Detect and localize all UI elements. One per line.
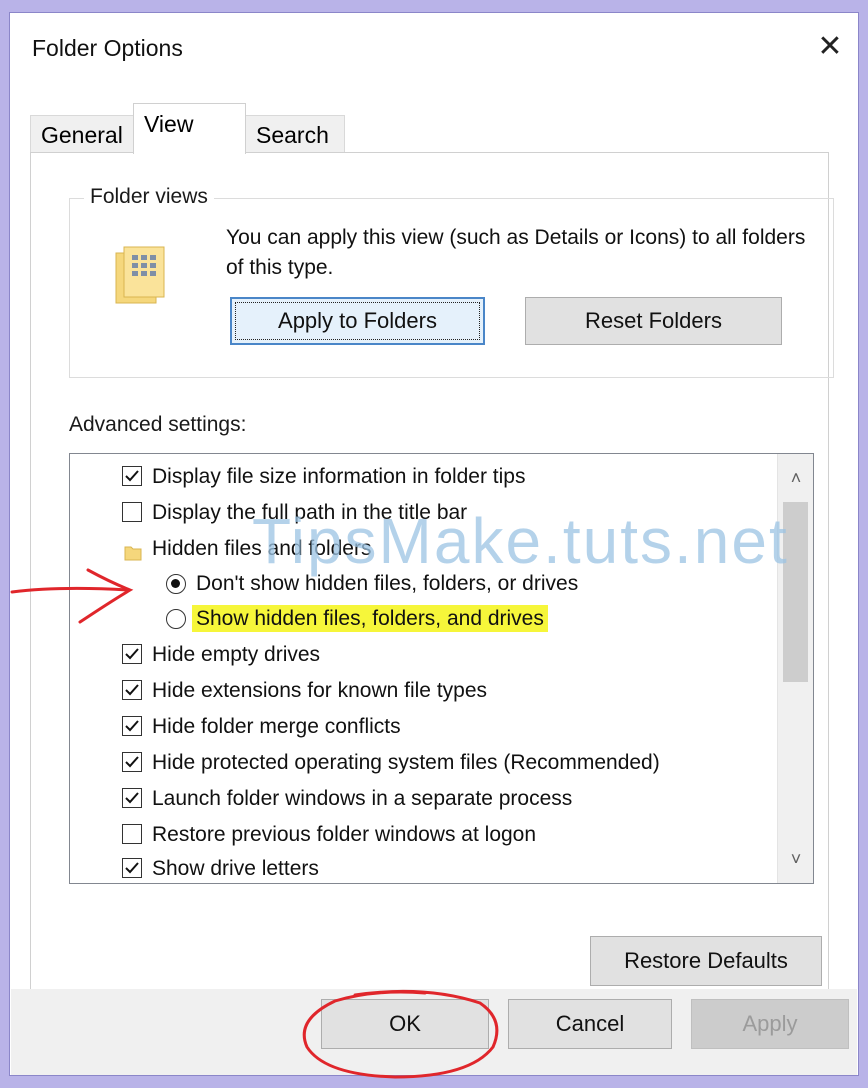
scroll-up-icon[interactable]: ˄ bbox=[778, 460, 813, 496]
tab-general[interactable]: General bbox=[30, 115, 134, 153]
highlighted-label: Show hidden files, folders, and drives bbox=[192, 605, 548, 632]
window-title: Folder Options bbox=[32, 35, 183, 61]
scroll-down-icon[interactable]: ˅ bbox=[778, 841, 813, 877]
list-item-label: Hide empty drives bbox=[152, 643, 321, 666]
scroll-thumb[interactable] bbox=[783, 502, 808, 682]
checkbox-checked[interactable] bbox=[122, 752, 142, 772]
tab-search[interactable]: Search bbox=[245, 115, 345, 153]
apply-button[interactable]: Apply bbox=[691, 999, 849, 1049]
list-item-label: Restore previous folder windows at logon bbox=[152, 823, 537, 846]
list-item-label-wrap: Show hidden files, folders, and drives bbox=[192, 602, 548, 636]
list-item-label: Launch folder windows in a separate proc… bbox=[152, 787, 573, 810]
tab-strip: General View Search bbox=[30, 103, 830, 154]
list-item-label: Hide protected operating system files (R… bbox=[152, 751, 660, 774]
advanced-settings-label: Advanced settings: bbox=[69, 413, 247, 436]
apply-to-folders-button[interactable]: Apply to Folders bbox=[230, 297, 485, 345]
checkbox-unchecked[interactable] bbox=[122, 502, 142, 522]
reset-folders-button[interactable]: Reset Folders bbox=[525, 297, 782, 345]
close-icon[interactable]: ✕ bbox=[810, 27, 850, 67]
tab-view[interactable]: View bbox=[133, 103, 246, 154]
radio-selected[interactable] bbox=[166, 574, 186, 594]
folder-views-icon bbox=[114, 245, 170, 307]
checkbox-unchecked[interactable] bbox=[122, 824, 142, 844]
restore-defaults-button[interactable]: Restore Defaults bbox=[590, 936, 822, 986]
checkbox-checked[interactable] bbox=[122, 680, 142, 700]
advanced-settings-list[interactable]: Display file size information in folder … bbox=[69, 453, 814, 884]
checkbox-checked[interactable] bbox=[122, 858, 142, 878]
list-item-label: Hide folder merge conflicts bbox=[152, 715, 401, 738]
list-item-label: Hidden files and folders bbox=[152, 537, 372, 560]
folder-icon bbox=[124, 539, 142, 561]
list-item-label: Display the full path in the title bar bbox=[152, 501, 468, 524]
cancel-button[interactable]: Cancel bbox=[508, 999, 672, 1049]
checkbox-checked[interactable] bbox=[122, 716, 142, 736]
folder-views-description: You can apply this view (such as Details… bbox=[226, 226, 806, 279]
checkbox-checked[interactable] bbox=[122, 466, 142, 486]
view-tab-panel: Folder views You can apply this view (su… bbox=[30, 152, 834, 1000]
dialog-footer: OK Cancel Apply bbox=[11, 989, 857, 1075]
folder-views-group: Folder views You can apply this view (su… bbox=[69, 185, 834, 378]
folder-views-legend: Folder views bbox=[84, 185, 214, 209]
list-item-label: Hide extensions for known file types bbox=[152, 679, 488, 702]
ok-button[interactable]: OK bbox=[321, 999, 489, 1049]
list-item-label: Display file size information in folder … bbox=[152, 465, 526, 488]
list-item-label: Show drive letters bbox=[152, 857, 319, 880]
checkbox-checked[interactable] bbox=[122, 788, 142, 808]
list-item-label: Don't show hidden files, folders, or dri… bbox=[196, 572, 579, 595]
vertical-scrollbar[interactable]: ˄ ˅ bbox=[777, 454, 813, 883]
radio-unselected[interactable] bbox=[166, 609, 186, 629]
radio-dot-icon bbox=[171, 579, 180, 588]
folder-options-dialog: Folder Options ✕ General View Search Fol… bbox=[9, 12, 859, 1076]
checkbox-checked[interactable] bbox=[122, 644, 142, 664]
